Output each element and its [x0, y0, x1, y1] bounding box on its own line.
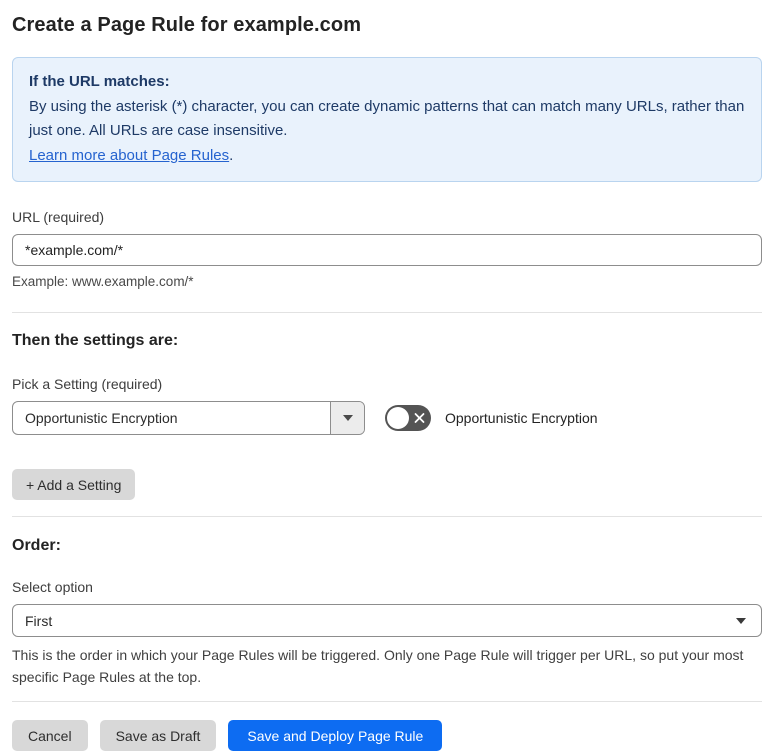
divider	[12, 701, 762, 702]
info-box-body: By using the asterisk (*) character, you…	[29, 98, 745, 139]
url-input[interactable]	[12, 234, 762, 266]
save-and-deploy-button[interactable]: Save and Deploy Page Rule	[228, 720, 443, 751]
url-matches-info-box: If the URL matches: By using the asteris…	[12, 57, 762, 182]
link-suffix: .	[229, 147, 234, 164]
setting-dropdown-value: Opportunistic Encryption	[25, 410, 178, 426]
info-box-heading: If the URL matches:	[29, 73, 170, 90]
url-example-hint: Example: www.example.com/*	[12, 274, 194, 289]
page-title: Create a Page Rule for example.com	[12, 14, 362, 36]
setting-dropdown[interactable]: Opportunistic Encryption	[12, 401, 365, 435]
order-description: This is the order in which your Page Rul…	[12, 647, 744, 685]
order-section-heading: Order:	[12, 537, 61, 554]
divider	[12, 312, 762, 313]
settings-section-heading: Then the settings are:	[12, 332, 179, 349]
save-as-draft-button[interactable]: Save as Draft	[99, 720, 217, 751]
chevron-down-icon	[736, 617, 746, 624]
order-select-label: Select option	[12, 579, 93, 595]
info-box-link-line: Learn more about Page Rules.	[29, 144, 745, 168]
opportunistic-encryption-toggle[interactable]	[385, 405, 431, 431]
toggle-off-x-icon	[414, 413, 425, 424]
toggle-label: Opportunistic Encryption	[445, 410, 598, 426]
setting-row: Opportunistic Encryption Opportunistic E…	[12, 401, 762, 435]
footer-actions: Cancel Save as Draft Save and Deploy Pag…	[12, 720, 762, 751]
pick-setting-label: Pick a Setting (required)	[12, 376, 163, 392]
page-rule-form: Create a Page Rule for example.com If th…	[0, 0, 775, 751]
setting-dropdown-arrow-button[interactable]	[330, 402, 364, 434]
learn-more-link[interactable]: Learn more about Page Rules	[29, 147, 229, 164]
cancel-button[interactable]: Cancel	[12, 720, 88, 751]
add-setting-button[interactable]: + Add a Setting	[12, 469, 136, 500]
order-select[interactable]: First	[12, 604, 762, 637]
divider	[12, 516, 762, 517]
order-select-value: First	[25, 612, 53, 629]
url-field-label: URL (required)	[12, 209, 105, 225]
chevron-down-icon	[342, 415, 353, 421]
toggle-knob	[387, 407, 409, 429]
